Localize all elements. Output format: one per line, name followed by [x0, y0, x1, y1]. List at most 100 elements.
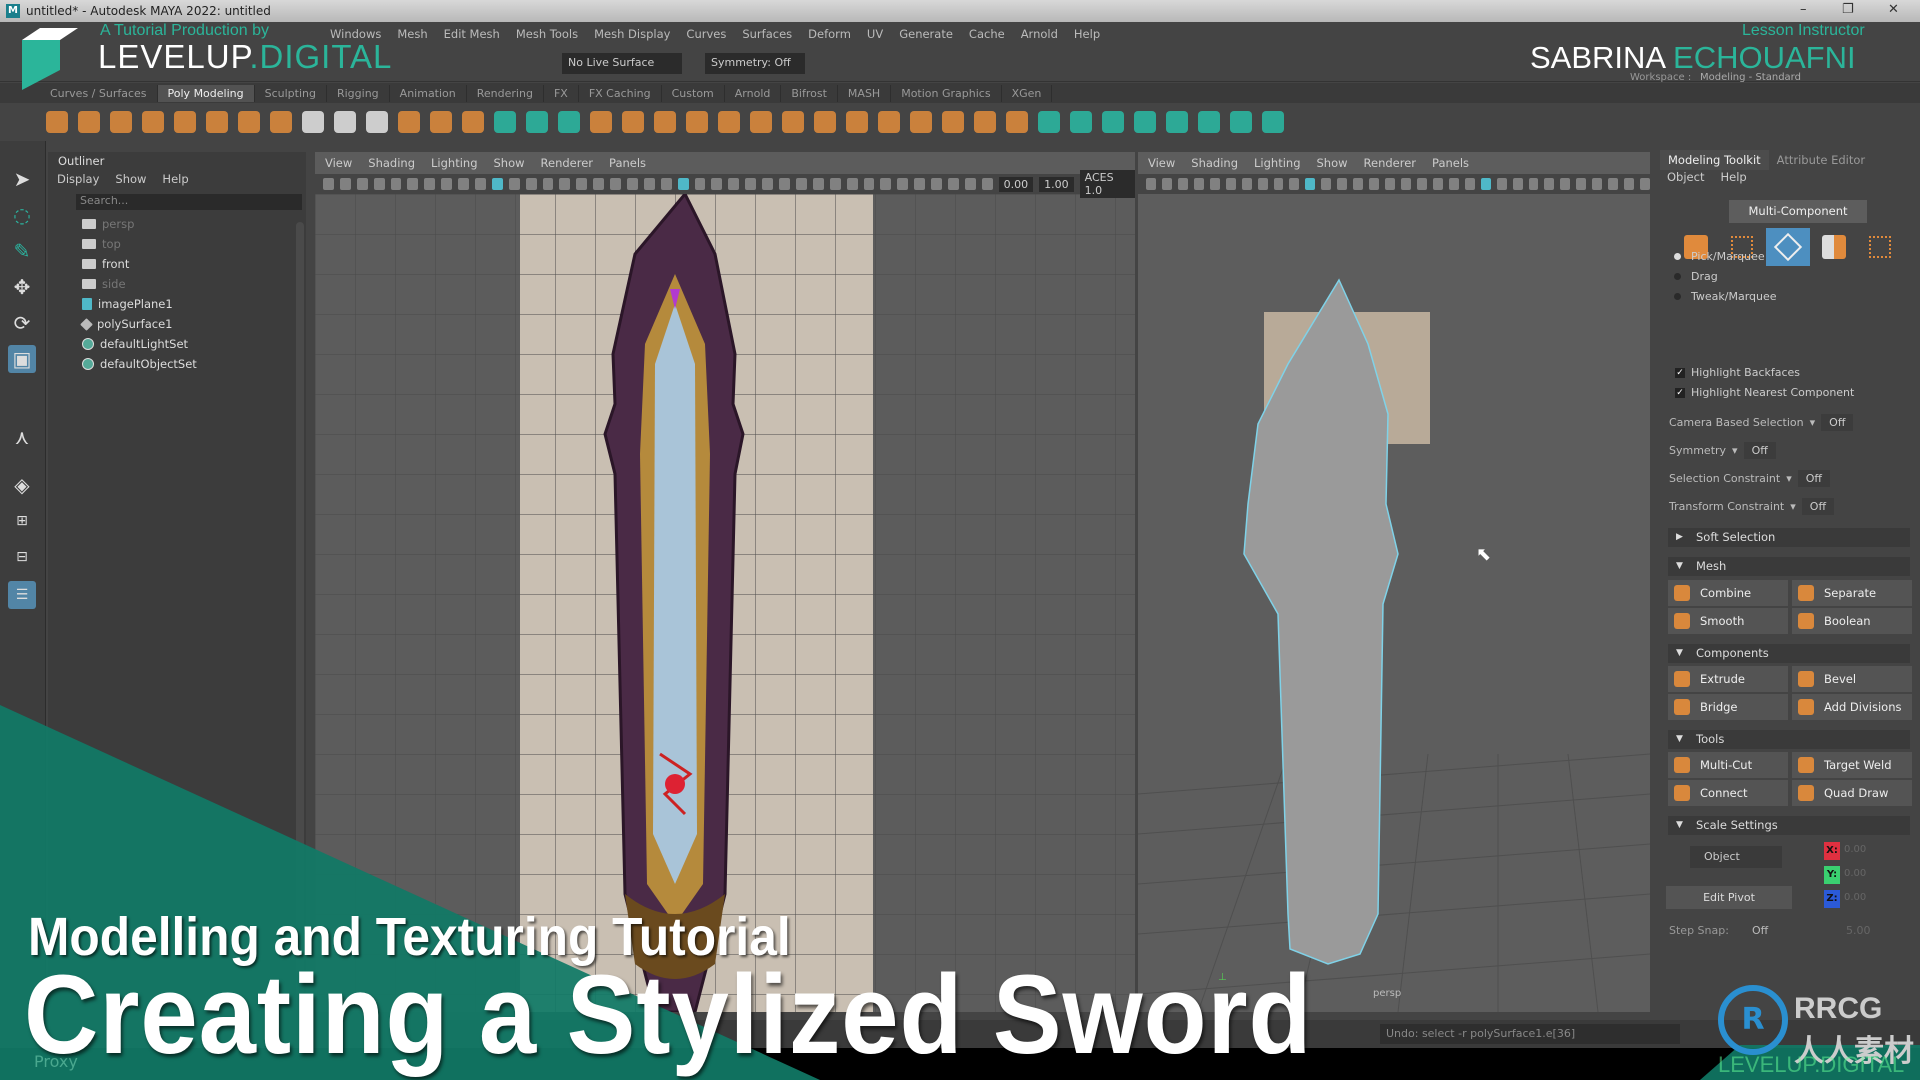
- combine-button[interactable]: Combine: [1668, 580, 1788, 606]
- symmetry-field[interactable]: Symmetry: Off: [705, 53, 805, 74]
- viewport-tool-icon[interactable]: [745, 178, 757, 190]
- edit-pivot-button[interactable]: Edit Pivot: [1666, 886, 1792, 909]
- shelf-tool-icon[interactable]: [462, 111, 484, 133]
- select-tool-icon[interactable]: ➤: [8, 165, 36, 193]
- shelf-tool-icon[interactable]: [910, 111, 932, 133]
- shelf-tool-icon[interactable]: [622, 111, 644, 133]
- viewport-tool-icon[interactable]: [947, 178, 959, 190]
- mesh-section[interactable]: Mesh: [1668, 557, 1910, 576]
- viewport-tool-icon[interactable]: [1353, 178, 1364, 190]
- quad-draw-button[interactable]: Quad Draw: [1792, 780, 1912, 806]
- shelf-tab-bifrost[interactable]: Bifrost: [781, 84, 838, 102]
- outliner-item[interactable]: front: [82, 254, 197, 274]
- boolean-button[interactable]: Boolean: [1792, 608, 1912, 634]
- menu-generate[interactable]: Generate: [899, 27, 953, 41]
- viewport-tool-icon[interactable]: [542, 178, 554, 190]
- menu-arnold[interactable]: Arnold: [1021, 27, 1058, 41]
- option-selection-constraint[interactable]: Selection Constraint ▾ Off: [1669, 470, 1831, 487]
- menu-help[interactable]: Help: [1720, 170, 1746, 184]
- selection-mode-radio[interactable]: Drag: [1674, 270, 1718, 283]
- shelf-tool-icon[interactable]: [238, 111, 260, 133]
- menu-edit-mesh[interactable]: Edit Mesh: [444, 27, 500, 41]
- shelf-tab-rigging[interactable]: Rigging: [327, 84, 390, 102]
- viewport-tool-icon[interactable]: [829, 178, 841, 190]
- viewport-tool-icon[interactable]: [897, 178, 909, 190]
- viewport-persp[interactable]: View Shading Lighting Show Renderer Panels pe…: [1138, 152, 1650, 1012]
- shelf-tool-icon[interactable]: [654, 111, 676, 133]
- option-camera-based-selection[interactable]: Camera Based Selection ▾ Off: [1669, 414, 1854, 431]
- viewport-tool-icon[interactable]: [931, 178, 942, 190]
- menu-surfaces[interactable]: Surfaces: [742, 27, 792, 41]
- viewport-tool-icon[interactable]: [1161, 178, 1172, 190]
- viewport-tool-icon[interactable]: [475, 178, 486, 190]
- shelf-tool-icon[interactable]: [526, 111, 548, 133]
- viewport-tool-icon[interactable]: [1592, 178, 1603, 190]
- viewport-tool-icon[interactable]: [694, 178, 706, 190]
- bridge-button[interactable]: Bridge: [1668, 694, 1788, 720]
- outliner-item[interactable]: top: [82, 234, 197, 254]
- viewport-tool-icon[interactable]: [846, 178, 858, 190]
- shelf-tool-icon[interactable]: [846, 111, 868, 133]
- shelf-tool-icon[interactable]: [46, 111, 68, 133]
- live-surface-field[interactable]: No Live Surface: [562, 53, 682, 74]
- menu-curves[interactable]: Curves: [686, 27, 726, 41]
- shelf-tool-icon[interactable]: [302, 111, 324, 133]
- shelf-tab-fx[interactable]: FX: [544, 84, 579, 102]
- restore-button[interactable]: ❐: [1842, 2, 1854, 17]
- outliner-menu-display[interactable]: Display: [57, 172, 99, 186]
- viewport-tool-icon[interactable]: [1241, 178, 1252, 190]
- viewport-tool-icon[interactable]: [441, 178, 453, 190]
- outliner-layout-icon[interactable]: ☰: [8, 581, 36, 609]
- soft-selection-section[interactable]: Soft Selection: [1668, 528, 1910, 547]
- viewport-menu-renderer[interactable]: Renderer: [1364, 156, 1417, 170]
- viewport-tool-icon[interactable]: [1337, 178, 1348, 190]
- viewport-menu-shading[interactable]: Shading: [1191, 156, 1238, 170]
- move-tool-icon[interactable]: ✥: [8, 273, 36, 301]
- shelf-tab-curves-surfaces[interactable]: Curves / Surfaces: [40, 84, 158, 102]
- step-value-field[interactable]: 5.00: [1846, 924, 1871, 937]
- viewport-tool-icon[interactable]: [914, 178, 926, 190]
- menu-help[interactable]: Help: [1074, 27, 1100, 41]
- shelf-tool-icon[interactable]: [206, 111, 228, 133]
- layout-single-icon[interactable]: ◈: [8, 471, 36, 499]
- viewport-tool-icon[interactable]: [812, 178, 824, 190]
- shelf-tool-icon[interactable]: [110, 111, 132, 133]
- shelf-tool-icon[interactable]: [1006, 111, 1028, 133]
- minimize-button[interactable]: –: [1800, 2, 1807, 17]
- components-section[interactable]: Components: [1668, 644, 1910, 663]
- checkbox-option[interactable]: ✓ Highlight Backfaces: [1675, 366, 1800, 379]
- shelf-tool-icon[interactable]: [718, 111, 740, 133]
- shelf-tab-xgen[interactable]: XGen: [1002, 84, 1053, 102]
- layout-four-icon[interactable]: ⊞: [8, 507, 36, 535]
- gamma-field[interactable]: 1.00: [1039, 176, 1074, 192]
- viewport-tool-icon[interactable]: [390, 178, 402, 190]
- menu-mesh[interactable]: Mesh: [397, 27, 427, 41]
- outliner-item[interactable]: polySurface1: [80, 314, 197, 334]
- option-value[interactable]: Off: [1821, 414, 1854, 431]
- viewport-tool-icon[interactable]: [458, 178, 470, 190]
- viewport-menu-view[interactable]: View: [1148, 156, 1175, 170]
- outliner-menu-show[interactable]: Show: [115, 172, 146, 186]
- checkbox-option[interactable]: ✓ Highlight Nearest Component: [1675, 386, 1854, 399]
- shelf-tool-icon[interactable]: [590, 111, 612, 133]
- viewport-tool-icon[interactable]: [1624, 178, 1635, 190]
- outliner-search-input[interactable]: Search...: [76, 194, 302, 210]
- viewport-tool-icon[interactable]: [1432, 178, 1443, 190]
- viewport-tool-icon[interactable]: [1193, 178, 1204, 190]
- viewport-tool-icon[interactable]: [728, 178, 740, 190]
- outliner-item[interactable]: side: [82, 274, 197, 294]
- tab-attribute-editor[interactable]: Attribute Editor: [1769, 150, 1873, 170]
- viewport-tool-icon[interactable]: [1273, 178, 1284, 190]
- color-space-field[interactable]: ACES 1.0: [1079, 170, 1135, 198]
- viewport-menu-lighting[interactable]: Lighting: [431, 156, 477, 170]
- shelf-tool-icon[interactable]: [142, 111, 164, 133]
- shelf-tab-arnold[interactable]: Arnold: [725, 84, 782, 102]
- shelf-tool-icon[interactable]: [1070, 111, 1092, 133]
- extrude-button[interactable]: Extrude: [1668, 666, 1788, 692]
- viewport-menu-view[interactable]: View: [325, 156, 352, 170]
- scale-space-dropdown[interactable]: Object: [1690, 846, 1782, 868]
- menu-uv[interactable]: UV: [867, 27, 883, 41]
- shelf-tool-icon[interactable]: [78, 111, 100, 133]
- viewport-tool-icon[interactable]: [1608, 178, 1619, 190]
- shelf-tab-rendering[interactable]: Rendering: [467, 84, 544, 102]
